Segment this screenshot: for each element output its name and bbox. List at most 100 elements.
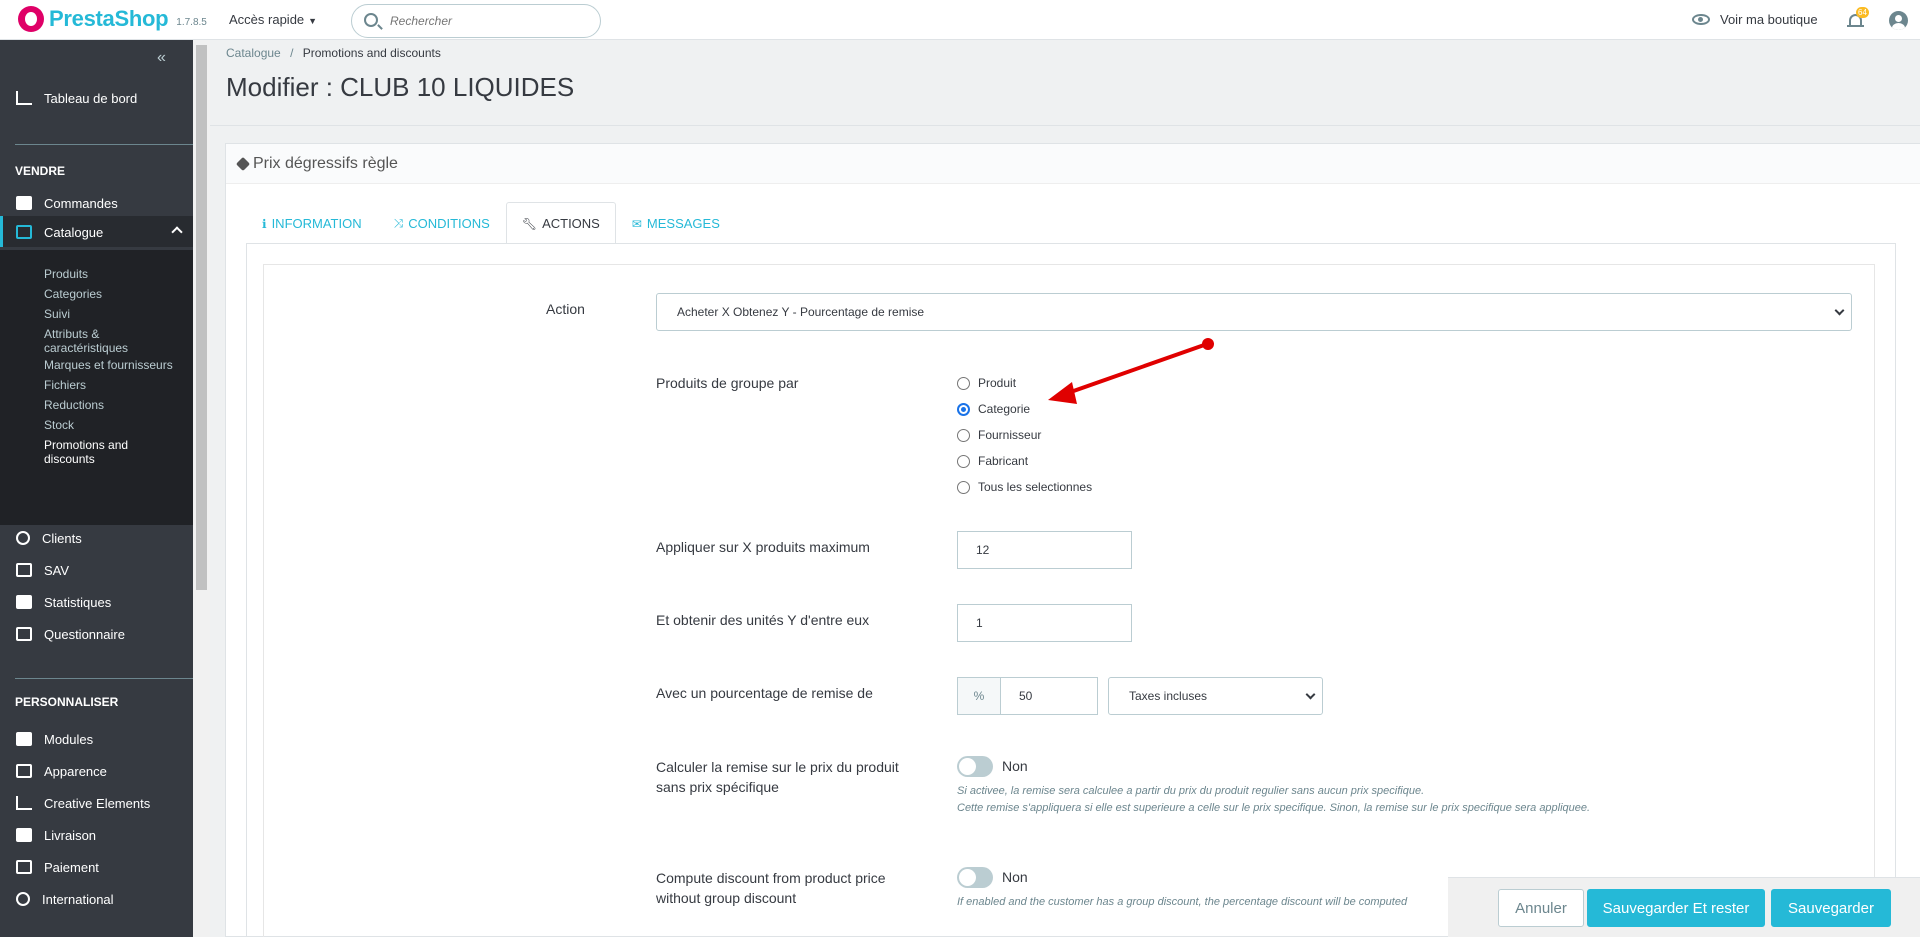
action-select[interactable]: Acheter X Obtenez Y - Pourcentage de rem… <box>656 293 1852 331</box>
info-icon: ℹ <box>262 216 267 231</box>
panel-title: Prix dégressifs règle <box>253 155 398 172</box>
units-input[interactable]: 1 <box>957 604 1132 642</box>
save-button[interactable]: Sauvegarder <box>1771 889 1891 927</box>
radio-all-selected[interactable]: Tous les selectionnes <box>957 480 1092 494</box>
submenu-products[interactable]: Produits <box>44 267 88 281</box>
tab-information[interactable]: ℹ INFORMATION <box>246 202 378 244</box>
sidebar-item-sav[interactable]: SAV <box>0 554 193 586</box>
radio-circle[interactable] <box>957 428 970 442</box>
radio-circle-selected[interactable] <box>957 402 970 416</box>
bar-chart-icon <box>16 595 32 609</box>
envelope-icon: ✉ <box>631 216 642 231</box>
submenu-categories[interactable]: Categories <box>44 287 102 301</box>
sidebar-item-modules[interactable]: Modules <box>0 723 193 755</box>
wrench-icon: 🔧︎ <box>521 216 538 231</box>
eye-icon <box>1692 14 1710 25</box>
radio-supplier[interactable]: Fournisseur <box>957 428 1041 442</box>
monitor-icon <box>16 764 32 778</box>
radio-circle[interactable] <box>957 376 970 390</box>
group-discount-label: Compute discount from product price witho… <box>656 868 886 908</box>
sidebar-item-label: International <box>42 891 114 907</box>
percent-label: Avec un pourcentage de remise de <box>656 685 873 701</box>
brand-name: PrestaShop <box>49 6 169 31</box>
tab-actions[interactable]: 🔧︎ ACTIONS <box>505 202 616 244</box>
submenu-attributes[interactable]: Attributs & caractéristiques <box>44 327 164 355</box>
radio-category[interactable]: Categorie <box>957 402 1030 416</box>
submenu-stock[interactable]: Stock <box>44 418 74 432</box>
chat-icon <box>16 563 32 577</box>
save-and-stay-button[interactable]: Sauvegarder Et rester <box>1587 889 1765 927</box>
notifications-button[interactable]: 64 <box>1847 7 1869 30</box>
puzzle-icon <box>16 732 32 746</box>
percent-input[interactable]: 50 <box>1000 677 1098 715</box>
collapse-sidebar-icon[interactable]: « <box>157 49 166 67</box>
sidebar-item-questionnaire[interactable]: Questionnaire <box>0 618 193 650</box>
calc-toggle-label: Non <box>1002 758 1028 774</box>
sidebar-item-dashboard[interactable]: Tableau de bord <box>0 82 193 114</box>
caret-down-icon: ▼ <box>308 16 318 26</box>
radio-circle[interactable] <box>957 454 970 468</box>
tab-messages[interactable]: ✉ MESSAGES <box>616 202 736 244</box>
sidebar: « Tableau de bord VENDRE Commandes Catal… <box>0 40 193 937</box>
sidebar-item-catalog[interactable]: Catalogue <box>0 216 193 248</box>
sidebar-item-label: Modules <box>44 731 94 747</box>
max-products-input[interactable]: 12 <box>957 531 1132 569</box>
view-shop-label: Voir ma boutique <box>1720 12 1818 27</box>
calc-label-line1: Calculer la remise sur le prix du produi… <box>656 759 899 775</box>
catalog-submenu: Produits Categories Suivi Attributs & ca… <box>0 250 193 525</box>
radio-label: Tous les selectionnes <box>978 480 1093 494</box>
breadcrumb-catalog[interactable]: Catalogue <box>226 46 281 60</box>
group-discount-toggle[interactable] <box>957 867 993 888</box>
page-title: Modifier : CLUB 10 LIQUIDES <box>226 72 575 102</box>
action-select-value: Acheter X Obtenez Y - Pourcentage de rem… <box>677 305 925 319</box>
quick-access-dropdown[interactable]: Accès rapide ▼ <box>229 12 317 27</box>
tab-label: CONDITIONS <box>408 216 490 231</box>
sidebar-item-appearance[interactable]: Apparence <box>0 755 193 787</box>
sidebar-item-international[interactable]: International <box>0 883 193 915</box>
group-discount-toggle-label: Non <box>1002 869 1028 885</box>
header-divider <box>210 125 1920 126</box>
divider <box>15 678 193 679</box>
submenu-brands[interactable]: Marques et fournisseurs <box>44 358 173 372</box>
radio-circle[interactable] <box>957 480 970 494</box>
submenu-discounts[interactable]: Reductions <box>44 398 104 412</box>
sidebar-item-label: Clients <box>42 530 82 546</box>
prestashop-logo[interactable]: PrestaShop 1.7.8.5 <box>18 6 207 32</box>
tab-conditions[interactable]: ⤨ CONDITIONS <box>378 202 506 244</box>
creative-elements-icon <box>16 796 32 810</box>
calc-toggle[interactable] <box>957 756 993 777</box>
user-circle-icon <box>16 531 30 545</box>
tab-label: ACTIONS <box>542 216 600 231</box>
radio-manufacturer[interactable]: Fabricant <box>957 454 1028 468</box>
sidebar-item-clients[interactable]: Clients <box>0 522 193 554</box>
tab-label: MESSAGES <box>646 216 720 231</box>
radio-label: Fournisseur <box>978 428 1042 442</box>
sidebar-item-creative-elements[interactable]: Creative Elements <box>0 787 193 819</box>
tax-select[interactable]: Taxes incluses <box>1108 677 1323 715</box>
quick-access-label: Accès rapide <box>229 12 305 27</box>
submenu-files[interactable]: Fichiers <box>44 378 86 392</box>
search-box[interactable] <box>351 4 601 38</box>
sidebar-item-payment[interactable]: Paiement <box>0 851 193 883</box>
submenu-promotions[interactable]: Promotions and discounts <box>44 438 154 466</box>
sidebar-item-shipping[interactable]: Livraison <box>0 819 193 851</box>
panel-heading: Prix dégressifs règle <box>226 144 1920 184</box>
store-icon <box>16 225 32 239</box>
calc-label-line2: sans prix spécifique <box>656 779 779 795</box>
account-icon[interactable] <box>1889 11 1908 30</box>
radio-product[interactable]: Produit <box>957 376 1016 390</box>
submenu-tracking[interactable]: Suivi <box>44 307 70 321</box>
cancel-button[interactable]: Annuler <box>1498 889 1584 927</box>
sidebar-scrollbar-thumb[interactable] <box>196 45 207 590</box>
bell-base <box>1847 25 1864 27</box>
tabs: ℹ INFORMATION ⤨ CONDITIONS 🔧︎ ACTIONS ✉ MESS… <box>246 202 736 244</box>
divider <box>15 144 193 145</box>
units-label: Et obtenir des unités Y d'entre eux <box>656 612 870 628</box>
sidebar-item-stats[interactable]: Statistiques <box>0 586 193 618</box>
tag-icon <box>235 156 251 172</box>
view-shop-link[interactable]: Voir ma boutique <box>1692 12 1818 27</box>
sidebar-item-orders[interactable]: Commandes <box>0 187 193 219</box>
form-body <box>263 264 1875 937</box>
sidebar-item-label: Paiement <box>44 859 99 875</box>
search-input[interactable] <box>390 11 590 31</box>
